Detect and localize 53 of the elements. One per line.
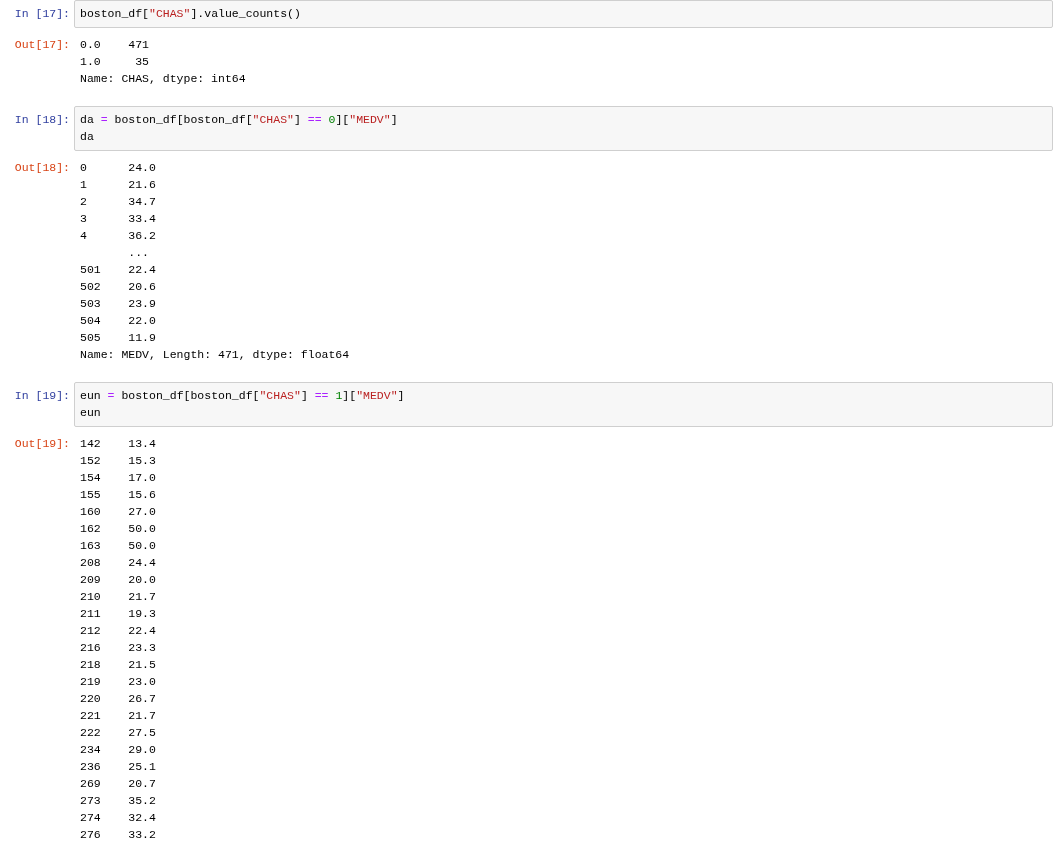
output-line: 210 21.7 (80, 589, 157, 605)
output-line: 142 13.4 (80, 436, 157, 452)
code-line: da (80, 129, 95, 145)
output-line: 155 15.6 (80, 487, 157, 503)
output-line: 219 23.0 (80, 674, 157, 690)
output-line: 236 25.1 (80, 759, 157, 775)
output-line: 503 23.9 (80, 296, 157, 312)
output-line: 274 32.4 (80, 810, 157, 826)
output-line: Name: MEDV, Length: 471, dtype: float64 (80, 347, 351, 363)
input-prompt: In [19]: (13, 388, 71, 404)
output-prompt: Out[18]: (13, 160, 71, 176)
output-line: 163 50.0 (80, 538, 157, 554)
output-line: 212 22.4 (80, 623, 157, 639)
output-line: 209 20.0 (80, 572, 157, 588)
output-line: 0.0 471 (80, 37, 150, 53)
output-line: 211 19.3 (80, 606, 157, 622)
output-line: 502 20.6 (80, 279, 157, 295)
output-line: 4 36.2 (80, 228, 157, 244)
code-cell-input[interactable]: da = boston_df[boston_df["CHAS"] == 0]["MEDV"] da (74, 106, 1053, 151)
output-line: 504 22.0 (80, 313, 157, 329)
output-line: 2 34.7 (80, 194, 157, 210)
output-line: 216 23.3 (80, 640, 157, 656)
output-line: 222 27.5 (80, 725, 157, 741)
code-cell-input[interactable]: eun = boston_df[boston_df["CHAS"] == 1]["MEDV"] eun (74, 382, 1053, 427)
output-line: 273 35.2 (80, 793, 157, 809)
output-prompt: Out[19]: (13, 436, 71, 452)
code-line: eun (80, 405, 102, 421)
code-line: boston_df["CHAS"].value_counts() (80, 6, 302, 22)
output-line: 505 11.9 (80, 330, 157, 346)
output-line: 221 21.7 (80, 708, 157, 724)
output-line: 1.0 35 (80, 54, 150, 70)
output-line: 208 24.4 (80, 555, 157, 571)
output-line: 218 21.5 (80, 657, 157, 673)
output-line: 501 22.4 (80, 262, 157, 278)
output-line: 220 26.7 (80, 691, 157, 707)
output-line: 234 29.0 (80, 742, 157, 758)
code-line: da = boston_df[boston_df["CHAS"] == 0]["MEDV"] (80, 112, 399, 128)
input-prompt: In [18]: (13, 112, 71, 128)
output-prompt: Out[17]: (13, 37, 71, 53)
output-line: 276 33.2 (80, 827, 157, 843)
output-line: ... (127, 245, 150, 261)
output-line: 0 24.0 (80, 160, 157, 176)
output-line: 152 15.3 (80, 453, 157, 469)
output-line: 3 33.4 (80, 211, 157, 227)
code-cell-input[interactable]: boston_df["CHAS"].value_counts() (74, 0, 1053, 28)
output-line: Name: CHAS, dtype: int64 (80, 71, 247, 87)
output-line: 162 50.0 (80, 521, 157, 537)
output-line: 160 27.0 (80, 504, 157, 520)
input-prompt: In [17]: (13, 6, 71, 22)
output-line: 154 17.0 (80, 470, 157, 486)
code-line: eun = boston_df[boston_df["CHAS"] == 1]["MEDV"] (80, 388, 406, 404)
output-line: 1 21.6 (80, 177, 157, 193)
output-line: 269 20.7 (80, 776, 157, 792)
